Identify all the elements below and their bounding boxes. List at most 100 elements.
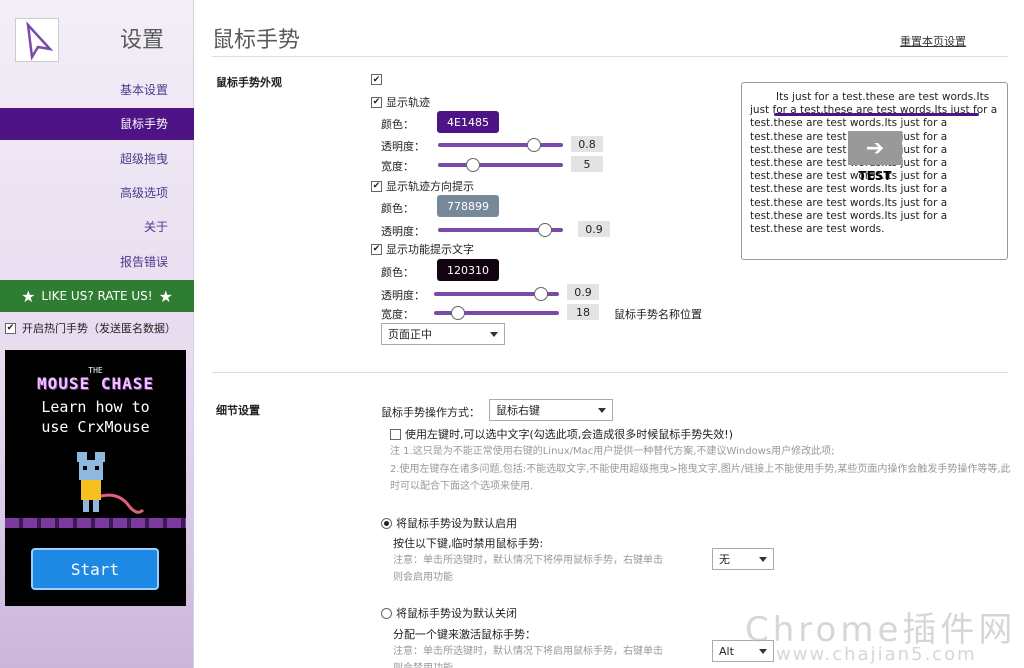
rate-us-label: LIKE US? RATE US! — [41, 289, 153, 303]
watermark-url: www.chajian5.com — [776, 644, 977, 665]
default-off-label: 将鼠标手势设为默认关闭 — [396, 607, 517, 620]
text-opacity-label: 透明度： — [381, 289, 425, 302]
star-icon: ★ — [21, 286, 36, 306]
assign-key-label: 分配一个键来激活鼠标手势： — [393, 628, 536, 641]
sidebar-item-mouse-gestures[interactable]: 鼠标手势 — [0, 108, 194, 140]
operation-value: 鼠标右键 — [496, 404, 540, 417]
show-trail-option[interactable]: ✔ 显示轨迹 — [371, 94, 430, 110]
details-section-label: 细节设置 — [216, 404, 260, 417]
show-trail-label: 显示轨迹 — [386, 96, 430, 109]
name-position-select[interactable]: 页面正中 — [381, 323, 505, 345]
sidebar-item-super-drag[interactable]: 超级拖曳 — [0, 143, 194, 175]
show-text-option[interactable]: ✔ 显示功能提示文字 — [371, 241, 474, 257]
chevron-down-icon — [490, 332, 498, 337]
trail-opacity-slider[interactable] — [438, 138, 563, 152]
reset-page-settings-link[interactable]: 重置本页设置 — [900, 33, 966, 49]
banner-title: MOUSE CHASE — [37, 374, 154, 393]
slider-thumb[interactable] — [533, 287, 548, 301]
app-logo — [15, 18, 59, 62]
rate-us-button[interactable]: ★ LIKE US? RATE US! ★ — [0, 280, 194, 312]
divider — [212, 56, 1008, 57]
slider-thumb[interactable] — [465, 158, 480, 172]
enable-gesture-checkbox[interactable]: ✔ — [371, 74, 382, 85]
mouse-character-icon — [77, 452, 145, 514]
operation-select[interactable]: 鼠标右键 — [489, 399, 613, 421]
sidebar-item-advanced[interactable]: 高级选项 — [0, 177, 194, 209]
appearance-section-label: 鼠标手势外观 — [216, 76, 282, 89]
default-on-option[interactable]: 将鼠标手势设为默认启用 — [381, 515, 517, 531]
trail-opacity-label: 透明度： — [381, 140, 425, 153]
note-1: 注 1.这只是为不能正常使用右键的Linux/Mac用户提供一种替代方案,不建议… — [390, 446, 835, 457]
hold-note-line-2: 则会启用功能 — [393, 572, 453, 583]
show-direction-option[interactable]: ✔ 显示轨迹方向提示 — [371, 178, 474, 194]
text-width-slider[interactable] — [434, 306, 559, 320]
start-button[interactable]: Start — [31, 548, 159, 590]
direction-opacity-value: 0.9 — [578, 221, 610, 237]
direction-opacity-label: 透明度： — [381, 225, 425, 238]
hold-note-line-1: 注意：单击所选键时，默认情况下将停用鼠标手势，右键单击 — [393, 555, 663, 566]
text-color-label: 颜色： — [381, 266, 414, 279]
show-text-label: 显示功能提示文字 — [386, 243, 474, 256]
slider-thumb[interactable] — [450, 306, 465, 320]
chevron-down-icon — [759, 557, 767, 562]
left-click-checkbox[interactable] — [390, 428, 401, 440]
trail-color-label: 颜色： — [381, 118, 414, 131]
sidebar-item-report-bug[interactable]: 报告错误 — [0, 246, 194, 278]
hold-key-value: 无 — [719, 553, 730, 566]
default-off-option[interactable]: 将鼠标手势设为默认关闭 — [381, 605, 517, 621]
sidebar-item-about[interactable]: 关于 — [0, 211, 194, 243]
show-direction-checkbox[interactable]: ✔ — [371, 180, 382, 192]
assign-key-value: Alt — [719, 644, 734, 658]
direction-color-picker[interactable]: 778899 — [437, 195, 499, 217]
gesture-preview: Its just for a test.these are test words… — [741, 82, 1008, 260]
sidebar-title: 设置 — [120, 28, 165, 53]
page-title: 鼠标手势 — [212, 28, 301, 53]
hold-key-select[interactable]: 无 — [712, 548, 774, 570]
default-off-radio[interactable] — [381, 607, 392, 619]
assign-note-line-2: 则会禁用功能 — [393, 660, 453, 668]
direction-opacity-slider[interactable] — [438, 223, 563, 237]
slider-track — [438, 143, 563, 147]
banner-line-2: use CrxMouse — [41, 418, 150, 436]
left-click-label: 使用左键时,可以选中文字(勾选此项,会造成很多时候鼠标手势失效!) — [405, 428, 733, 441]
cursor-icon — [26, 21, 54, 61]
show-trail-checkbox[interactable]: ✔ — [371, 96, 382, 108]
sidebar-item-basic-settings[interactable]: 基本设置 — [0, 74, 194, 106]
show-direction-label: 显示轨迹方向提示 — [386, 180, 474, 193]
name-position-label: 鼠标手势名称位置 — [614, 308, 702, 321]
hold-key-label: 按住以下键,临时禁用鼠标手势: — [393, 537, 544, 550]
banner-floor — [5, 518, 186, 528]
text-opacity-value: 0.9 — [567, 284, 599, 300]
hot-gesture-option[interactable]: ✔ 开启热门手势（发送匿名数据） — [5, 320, 176, 336]
text-width-value: 18 — [567, 304, 599, 320]
trail-opacity-value: 0.8 — [571, 136, 603, 152]
direction-color-label: 颜色： — [381, 202, 414, 215]
assign-note-line-1: 注意：单击所选键时，默认情况下将启用鼠标手势，右键单击 — [393, 646, 663, 657]
operation-label: 鼠标手势操作方式： — [381, 406, 480, 419]
left-click-option[interactable]: 使用左键时,可以选中文字(勾选此项,会造成很多时候鼠标手势失效!) — [390, 426, 733, 442]
trail-color-picker[interactable]: 4E1485 — [437, 111, 499, 133]
trail-preview-line — [774, 113, 979, 116]
divider — [212, 372, 1008, 373]
trail-width-value: 5 — [571, 156, 603, 172]
trail-width-slider[interactable] — [438, 158, 563, 172]
name-position-value: 页面正中 — [388, 328, 432, 341]
slider-thumb[interactable] — [526, 138, 541, 152]
default-on-radio[interactable] — [381, 517, 392, 529]
text-color-picker[interactable]: 120310 — [437, 259, 499, 281]
arrow-right-icon: ➔ — [848, 131, 902, 165]
slider-thumb[interactable] — [537, 223, 552, 237]
text-opacity-slider[interactable] — [434, 287, 559, 301]
default-on-label: 将鼠标手势设为默认启用 — [396, 517, 517, 530]
show-text-checkbox[interactable]: ✔ — [371, 243, 382, 255]
tutorial-banner[interactable]: THE MOUSE CHASE Learn how to use CrxMous… — [5, 350, 186, 606]
banner-line-1: Learn how to — [41, 398, 150, 416]
enable-gesture-option[interactable]: ✔ — [371, 74, 382, 85]
hot-gesture-checkbox[interactable]: ✔ — [5, 322, 16, 334]
slider-track — [438, 163, 563, 167]
chevron-down-icon — [598, 408, 606, 413]
star-icon: ★ — [158, 286, 173, 306]
text-width-label: 宽度： — [381, 308, 414, 321]
hot-gesture-label: 开启热门手势（发送匿名数据） — [22, 322, 176, 335]
note-2: 2.使用左键存在诸多问题,包括:不能选取文字,不能使用超级拖曳>拖曳文字,图片/… — [390, 464, 1011, 492]
